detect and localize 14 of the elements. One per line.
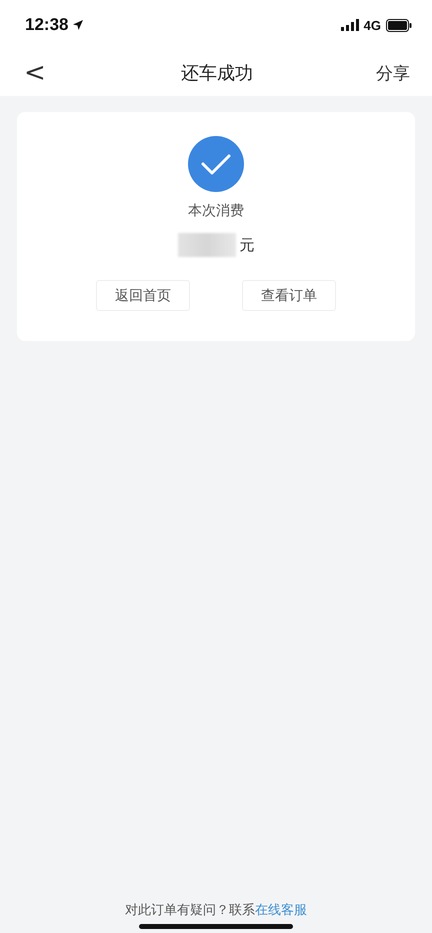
currency-unit: 元: [240, 236, 254, 254]
signal-icon: [340, 19, 359, 31]
cost-label: 本次消费: [188, 202, 244, 220]
page-title: 还车成功: [180, 62, 254, 85]
location-arrow-icon: [72, 19, 84, 31]
network-type: 4G: [364, 18, 381, 32]
action-button[interactable]: 查看订单: [242, 280, 336, 311]
back-button[interactable]: <: [24, 60, 84, 86]
success-check-icon: [188, 136, 244, 192]
share-button[interactable]: 分享: [350, 62, 410, 84]
action-button[interactable]: 返回首页: [96, 280, 190, 311]
battery-icon: [386, 18, 412, 32]
help-text: 对此订单有疑问？联系在线客服: [125, 902, 307, 919]
clock-time: 12:38: [25, 15, 68, 35]
